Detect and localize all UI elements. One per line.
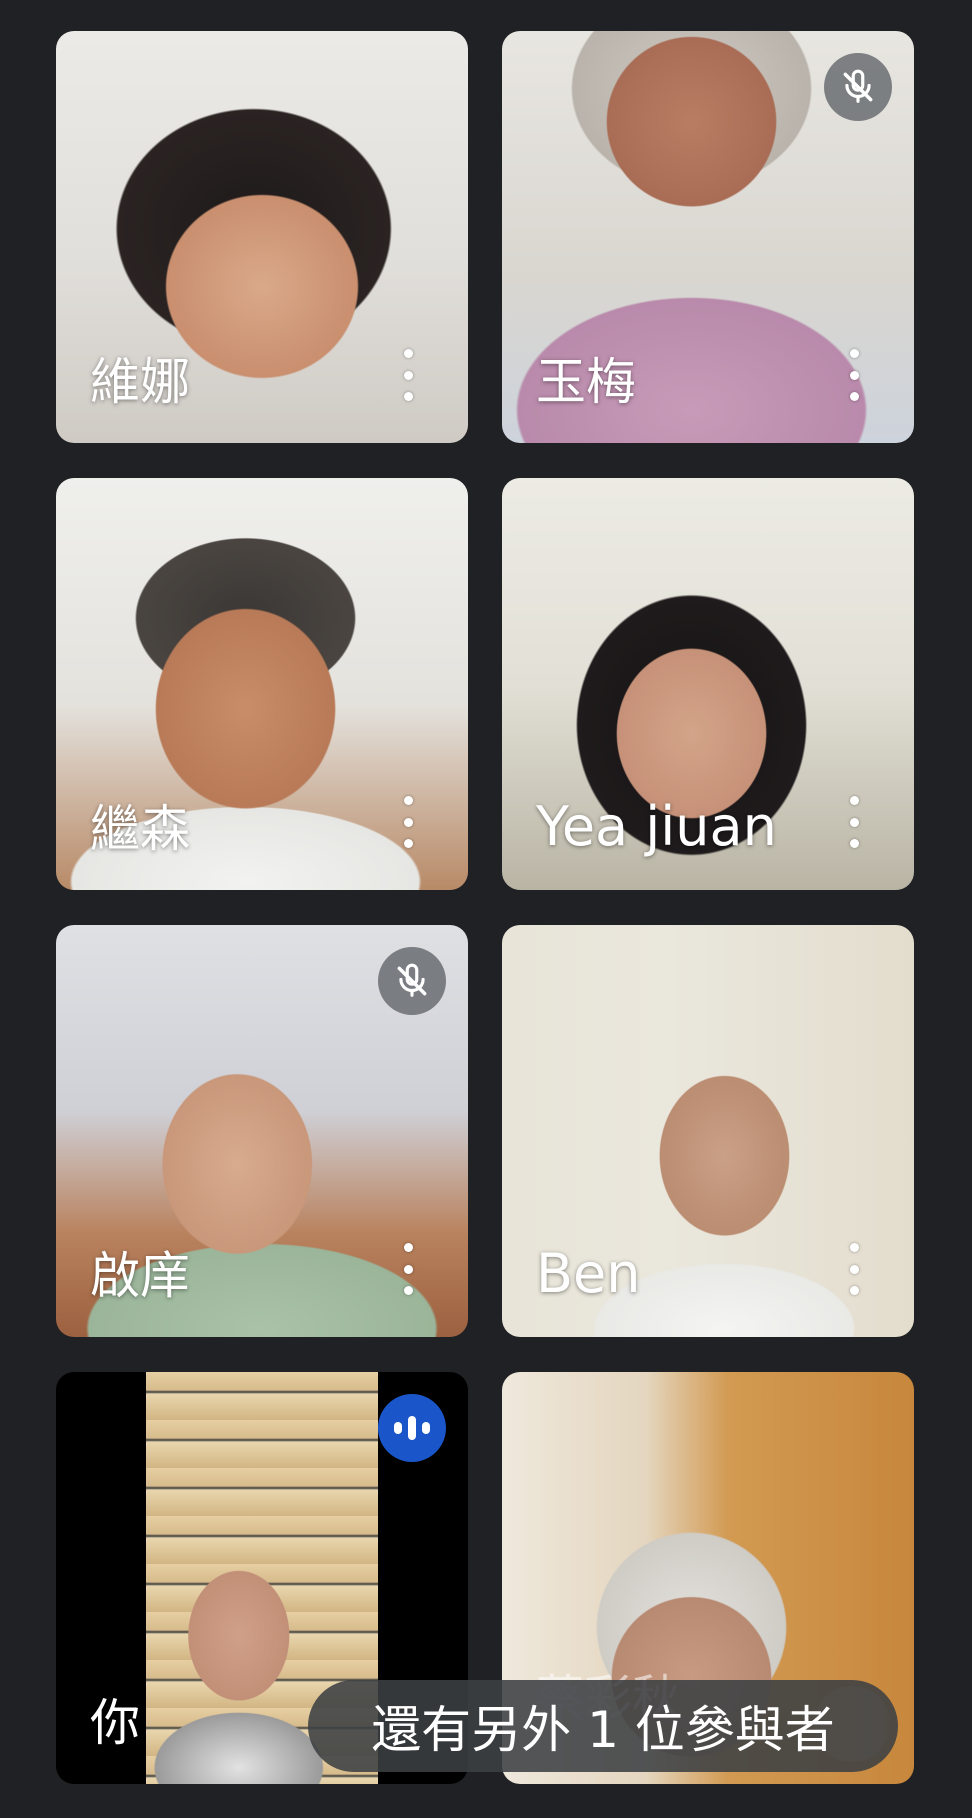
overflow-participants-button[interactable]: 還有另外 1 位參與者 bbox=[308, 1680, 898, 1772]
participant-tile-3[interactable]: 繼森 bbox=[56, 478, 468, 890]
more-vert-icon[interactable] bbox=[400, 349, 416, 401]
participant-tile-2[interactable]: 玉梅 bbox=[502, 31, 914, 443]
speaking-indicator-icon bbox=[378, 1394, 446, 1462]
participant-name: 你 bbox=[90, 1694, 140, 1752]
more-vert-icon[interactable] bbox=[846, 796, 862, 848]
more-vert-icon[interactable] bbox=[846, 349, 862, 401]
mic-off-icon bbox=[824, 53, 892, 121]
more-vert-icon[interactable] bbox=[400, 796, 416, 848]
participant-name: Yea jiuan bbox=[536, 795, 777, 858]
participant-tile-6[interactable]: Ben bbox=[502, 925, 914, 1337]
participant-name: 玉梅 bbox=[536, 353, 636, 411]
more-vert-icon[interactable] bbox=[400, 1243, 416, 1295]
participant-tile-4[interactable]: Yea jiuan bbox=[502, 478, 914, 890]
participant-name: 繼森 bbox=[90, 800, 190, 858]
meeting-screen: 維娜 玉梅 繼森 Yea jiuan 啟庠 Ben 你 還有另外 1 位參與者 bbox=[0, 0, 972, 1818]
more-vert-icon[interactable] bbox=[846, 1243, 862, 1295]
participant-grid: 維娜 玉梅 繼森 Yea jiuan 啟庠 Ben 你 bbox=[56, 31, 914, 1784]
participant-tile-1[interactable]: 維娜 bbox=[56, 31, 468, 443]
participant-tile-5[interactable]: 啟庠 bbox=[56, 925, 468, 1337]
mic-off-icon bbox=[378, 947, 446, 1015]
participant-name: 維娜 bbox=[90, 353, 190, 411]
participant-name: 啟庠 bbox=[90, 1247, 190, 1305]
participant-name: Ben bbox=[536, 1242, 641, 1305]
